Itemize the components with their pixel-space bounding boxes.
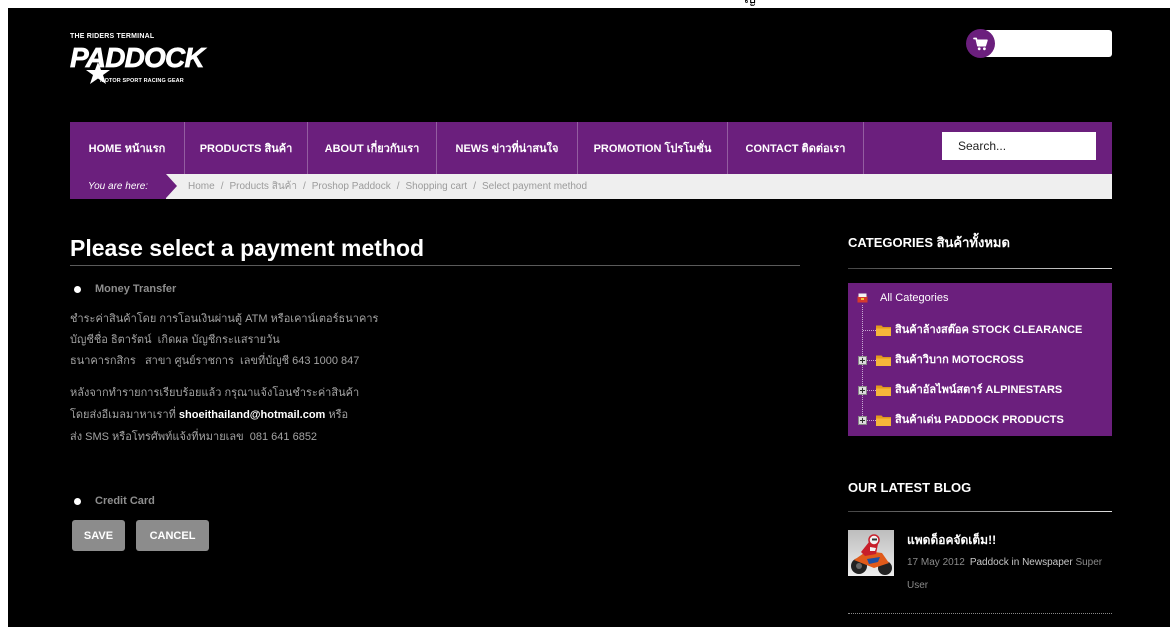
category-label: สินค้าอัลไพน์สตาร์ ALPINESTARS <box>895 384 1063 396</box>
site-logo[interactable]: THE RIDERS TERMINAL PADDOCK MOTOR SPORT … <box>70 32 220 88</box>
logo-tagline-top: THE RIDERS TERMINAL <box>70 33 155 40</box>
breadcrumb-separator: / <box>396 181 400 192</box>
radio-button[interactable] <box>74 497 81 505</box>
category-item-motocross[interactable]: สินค้าวิบาก MOTOCROSS <box>848 351 1112 369</box>
blog-post-meta: 17 May 2012 Paddock in Newspaper Super Us… <box>907 551 1112 597</box>
breadcrumb: You are here: Home / Products สินค้า / Prosh… <box>70 174 1112 199</box>
contact-email-link[interactable]: shoeithailand@hotmail.com <box>179 409 325 421</box>
cart-summary-field[interactable] <box>983 30 1112 57</box>
expand-icon[interactable] <box>858 386 867 395</box>
account-line: ชำระค่าสินค้าโดย การโอนเงินผ่านตู้ ATM ห… <box>70 313 379 325</box>
category-root-label: All Categories <box>880 292 949 304</box>
folder-icon <box>876 325 891 336</box>
cart-button[interactable] <box>966 29 995 58</box>
nav-news[interactable]: NEWS ข่าวที่น่าสนใจ <box>437 122 578 174</box>
cart-icon <box>972 37 988 50</box>
payment-option-label: Credit Card <box>95 495 155 507</box>
money-transfer-notify-info: หลังจากทำรายการเรียบร้อยแล้ว กรุณาแจ้งโอ… <box>70 382 800 448</box>
search-input[interactable] <box>942 132 1096 160</box>
category-label: สินค้าเด่น PADDOCK PRODUCTS <box>895 414 1064 426</box>
blog-divider <box>848 613 1112 614</box>
expand-icon[interactable] <box>858 356 867 365</box>
account-line: ธนาคารกสิกร สาขา ศูนย์ราชการ เลขที่บัญชี… <box>70 355 360 367</box>
nav-contact[interactable]: CONTACT ติดต่อเรา <box>728 122 864 174</box>
rider-photo <box>848 530 894 576</box>
breadcrumb-shopping-cart[interactable]: Shopping cart <box>405 181 467 192</box>
account-line: บัญชีชื่อ ธิตารัตน์ เกิดผล บัญชีกระแสราย… <box>70 334 280 346</box>
breadcrumb-separator: / <box>302 181 306 192</box>
category-root-icon <box>857 293 868 303</box>
folder-icon <box>876 385 891 396</box>
notify-text: โดยส่งอีเมลมาหาเราที่ <box>70 409 176 421</box>
categories-divider <box>848 268 1112 269</box>
category-label: สินค้าวิบาก MOTOCROSS <box>895 354 1024 366</box>
breadcrumb-home[interactable]: Home <box>188 181 215 192</box>
folder-icon <box>876 355 891 366</box>
page-background: THE RIDERS TERMINAL PADDOCK MOTOR SPORT … <box>8 8 1170 627</box>
title-divider <box>70 265 800 266</box>
cancel-button[interactable]: CANCEL <box>136 520 209 551</box>
payment-option-label: Money Transfer <box>95 283 177 295</box>
breadcrumb-current: Select payment method <box>481 181 588 192</box>
breadcrumb-trail: Home / Products สินค้า / Proshop Paddock / Sho… <box>188 174 587 199</box>
main-nav: HOME หน้าแรก PRODUCTS สินค้า ABOUT เกี่ย… <box>70 122 1112 174</box>
latest-blog-heading: OUR LATEST BLOG <box>848 480 972 495</box>
page-title: Please select a payment method <box>70 235 425 261</box>
tree-connector <box>863 330 876 331</box>
category-tree: All Categories สินค้าล้างสต๊อค STOCK CLE… <box>848 283 1112 436</box>
logo-tagline-bottom: MOTOR SPORT RACING GEAR <box>100 78 184 84</box>
cropped-top-glyph: ญ <box>744 0 756 6</box>
category-root[interactable]: All Categories <box>857 290 948 306</box>
breadcrumb-separator: / <box>220 181 224 192</box>
expand-icon[interactable] <box>858 416 867 425</box>
breadcrumb-separator: / <box>473 181 476 192</box>
blog-post-title[interactable]: แพดด็อคจัดเต็ม!! <box>907 532 996 548</box>
payment-option-credit-card[interactable]: Credit Card <box>72 493 155 509</box>
blog-post-category[interactable]: Paddock in Newspaper <box>970 557 1073 568</box>
nav-products[interactable]: PRODUCTS สินค้า <box>185 122 308 174</box>
nav-promotion[interactable]: PROMOTION โปรโมชั่น <box>578 122 728 174</box>
category-item-paddock-products[interactable]: สินค้าเด่น PADDOCK PRODUCTS <box>848 411 1112 429</box>
category-item-stock-clearance[interactable]: สินค้าล้างสต๊อค STOCK CLEARANCE <box>848 321 1112 339</box>
money-transfer-account-info: ชำระค่าสินค้าโดย การโอนเงินผ่านตู้ ATM ห… <box>70 309 800 372</box>
payment-option-money-transfer[interactable]: Money Transfer <box>72 281 176 297</box>
latest-blog-divider <box>848 511 1112 512</box>
notify-line: หลังจากทำรายการเรียบร้อยแล้ว กรุณาแจ้งโอ… <box>70 387 360 399</box>
blog-post-thumbnail[interactable] <box>848 530 894 576</box>
notify-text: หรือ <box>328 409 349 421</box>
breadcrumb-products[interactable]: Products สินค้า <box>229 181 297 192</box>
notify-line: ส่ง SMS หรือโทรศัพท์แจ้งที่หมายเลข 081 6… <box>70 431 318 443</box>
nav-about[interactable]: ABOUT เกี่ยวกับเรา <box>308 122 437 174</box>
nav-home[interactable]: HOME หน้าแรก <box>70 122 185 174</box>
category-label: สินค้าล้างสต๊อค STOCK CLEARANCE <box>895 324 1083 336</box>
breadcrumb-proshop[interactable]: Proshop Paddock <box>312 181 391 192</box>
save-button[interactable]: SAVE <box>72 520 125 551</box>
breadcrumb-prefix: You are here: <box>70 174 177 199</box>
blog-post-date: 17 May 2012 <box>907 557 965 568</box>
notify-line: โดยส่งอีเมลมาหาเราที่ shoeithailand@hotma… <box>70 404 800 426</box>
folder-icon <box>876 415 891 426</box>
category-item-alpinestars[interactable]: สินค้าอัลไพน์สตาร์ ALPINESTARS <box>848 381 1112 399</box>
categories-heading: CATEGORIES สินค้าทั้งหมด <box>848 235 1010 250</box>
radio-button[interactable] <box>74 285 81 293</box>
